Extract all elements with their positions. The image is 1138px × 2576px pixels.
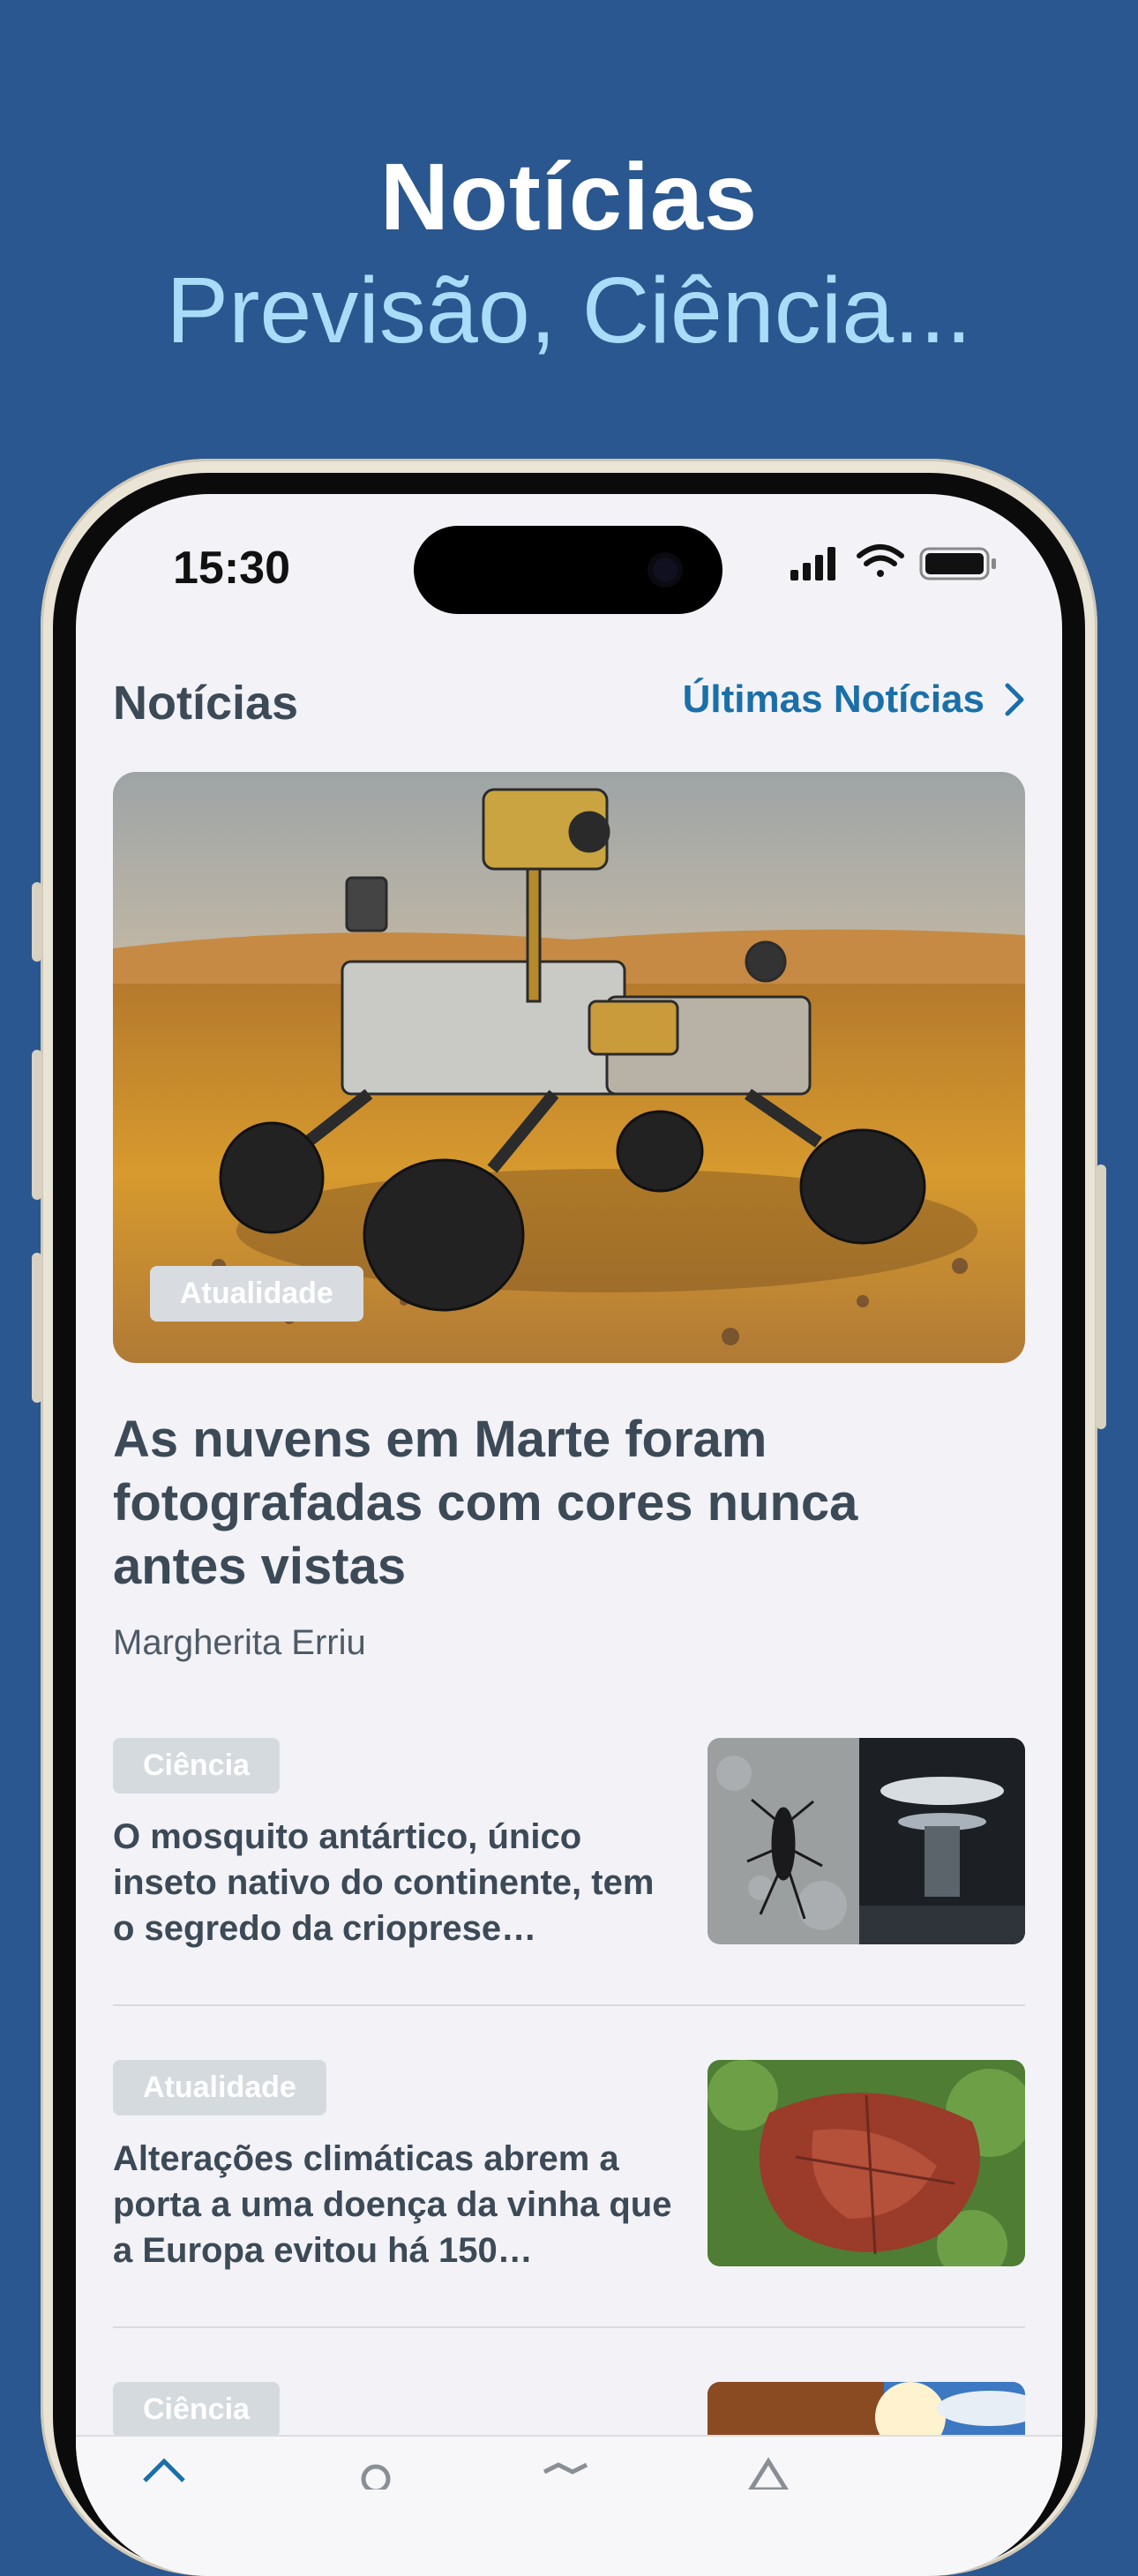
news-section-header: Notícias Últimas Notícias [113, 670, 1025, 732]
category-badge: Ciência [113, 2382, 280, 2437]
home-icon[interactable] [138, 2454, 191, 2490]
category-badge: Atualidade [113, 2060, 326, 2115]
gear-icon[interactable] [349, 2454, 402, 2490]
cellular-signal-icon [790, 547, 835, 580]
promo-title: Notícias [379, 143, 759, 250]
alert-icon[interactable] [742, 2454, 795, 2490]
camera-icon [648, 552, 683, 588]
hero-headline[interactable]: As nuvens em Marte foram fotografadas co… [113, 1408, 995, 1599]
news-headline: O mosquito antártico, único inseto nativ… [113, 1817, 655, 1948]
news-list-item[interactable]: Atualidade Alterações climáticas abrem a… [113, 2060, 1025, 2272]
promo-subtitle: Previsão, Ciência... [166, 258, 972, 363]
latest-news-link[interactable]: Últimas Notícias [683, 678, 1025, 722]
news-headline: Alterações climáticas abrem a porta a um… [113, 2139, 672, 2270]
map-icon[interactable] [539, 2454, 592, 2490]
news-thumbnail [708, 2060, 1025, 2266]
latest-news-label: Últimas Notícias [682, 678, 985, 721]
vine-leaf-photo [708, 2060, 1025, 2266]
hero-image[interactable]: Atualidade [113, 772, 1025, 1363]
battery-icon [919, 547, 996, 580]
hero-author: Margherita Erriu [113, 1623, 366, 1662]
news-thumbnail [708, 1738, 1025, 1944]
chevron-right-icon [1005, 683, 1024, 716]
news-list-item[interactable]: Ciência O mosquito antártico, único inse… [113, 1738, 1025, 1950]
status-icons [790, 544, 996, 580]
divider [113, 2004, 1025, 2006]
divider [113, 2326, 1025, 2328]
phone-screen: 15:30 Notícias Últimas Notícias Atualida… [76, 494, 1062, 2576]
side-button-action [32, 882, 42, 962]
tab-bar [76, 2435, 1062, 2576]
hero-category-badge: Atualidade [150, 1266, 363, 1322]
category-badge: Ciência [113, 1738, 280, 1793]
wifi-icon [857, 544, 904, 577]
side-button-volume-up [32, 1050, 42, 1200]
side-button-volume-down [32, 1253, 42, 1403]
status-time: 15:30 [173, 543, 290, 594]
mosquito-and-lab-photo [708, 1738, 1025, 1944]
section-title: Notícias [113, 677, 299, 730]
side-button-power [1096, 1164, 1106, 1429]
